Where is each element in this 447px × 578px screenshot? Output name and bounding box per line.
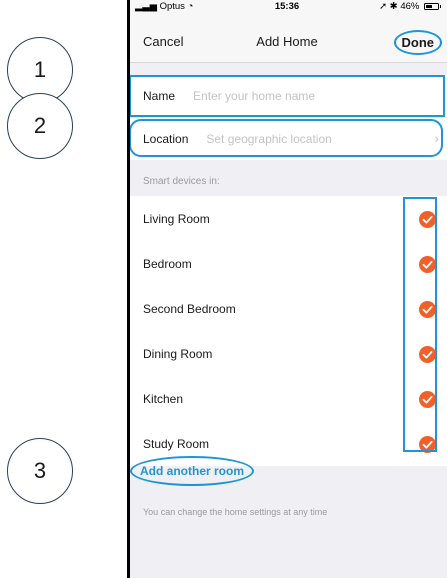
checkmark-icon[interactable] bbox=[419, 436, 436, 453]
room-item-living-room[interactable]: Living Room bbox=[127, 196, 447, 241]
chevron-right-icon: › bbox=[434, 131, 439, 146]
location-label: Location bbox=[143, 132, 189, 146]
room-list: Living Room Bedroom Second Bedroom Dinin… bbox=[127, 196, 447, 466]
checkmark-icon[interactable] bbox=[419, 301, 436, 318]
location-field-row[interactable]: Location Set geographic location › bbox=[127, 117, 447, 160]
checkmark-icon[interactable] bbox=[419, 256, 436, 273]
location-input[interactable]: Set geographic location bbox=[206, 132, 331, 146]
phone-bezel bbox=[127, 0, 130, 578]
room-item-kitchen[interactable]: Kitchen bbox=[127, 376, 447, 421]
add-room-row: Add another room bbox=[127, 456, 447, 486]
callout-2: 2 bbox=[7, 93, 73, 159]
name-field-row[interactable]: Name Enter your home name bbox=[127, 75, 447, 117]
room-label: Kitchen bbox=[143, 391, 184, 406]
checkmark-icon[interactable] bbox=[419, 211, 436, 228]
name-input[interactable]: Enter your home name bbox=[193, 89, 315, 103]
room-item-bedroom[interactable]: Bedroom bbox=[127, 241, 447, 286]
done-button[interactable]: Done bbox=[393, 30, 442, 55]
room-label: Bedroom bbox=[143, 256, 192, 271]
location-arrow-icon: ➚ bbox=[379, 1, 388, 12]
callout-3: 3 bbox=[7, 438, 73, 504]
battery-percent: 46% bbox=[400, 1, 420, 12]
room-label: Living Room bbox=[143, 211, 210, 226]
room-label: Second Bedroom bbox=[143, 301, 236, 316]
phone-screen: ▂▃▅ Optus ◔ 15:36 ➚ ✱ 46% Cancel Add Hom… bbox=[127, 0, 447, 578]
room-item-second-bedroom[interactable]: Second Bedroom bbox=[127, 286, 447, 331]
room-label: Study Room bbox=[143, 436, 210, 451]
footer-note: You can change the home settings at any … bbox=[143, 507, 328, 517]
section-header: Smart devices in: bbox=[143, 176, 220, 187]
status-bar: ▂▃▅ Optus ◔ 15:36 ➚ ✱ 46% bbox=[127, 0, 447, 13]
navigation-bar: Cancel Add Home Done bbox=[127, 13, 447, 63]
status-right: ➚ ✱ 46% bbox=[379, 1, 441, 12]
room-item-dining-room[interactable]: Dining Room bbox=[127, 331, 447, 376]
add-another-room-link[interactable]: Add another room bbox=[130, 456, 254, 486]
checkmark-icon[interactable] bbox=[419, 391, 436, 408]
battery-icon bbox=[424, 2, 441, 10]
room-label: Dining Room bbox=[143, 346, 213, 361]
checkmark-icon[interactable] bbox=[419, 346, 436, 363]
bluetooth-icon: ✱ bbox=[389, 1, 398, 12]
name-label: Name bbox=[143, 89, 176, 103]
